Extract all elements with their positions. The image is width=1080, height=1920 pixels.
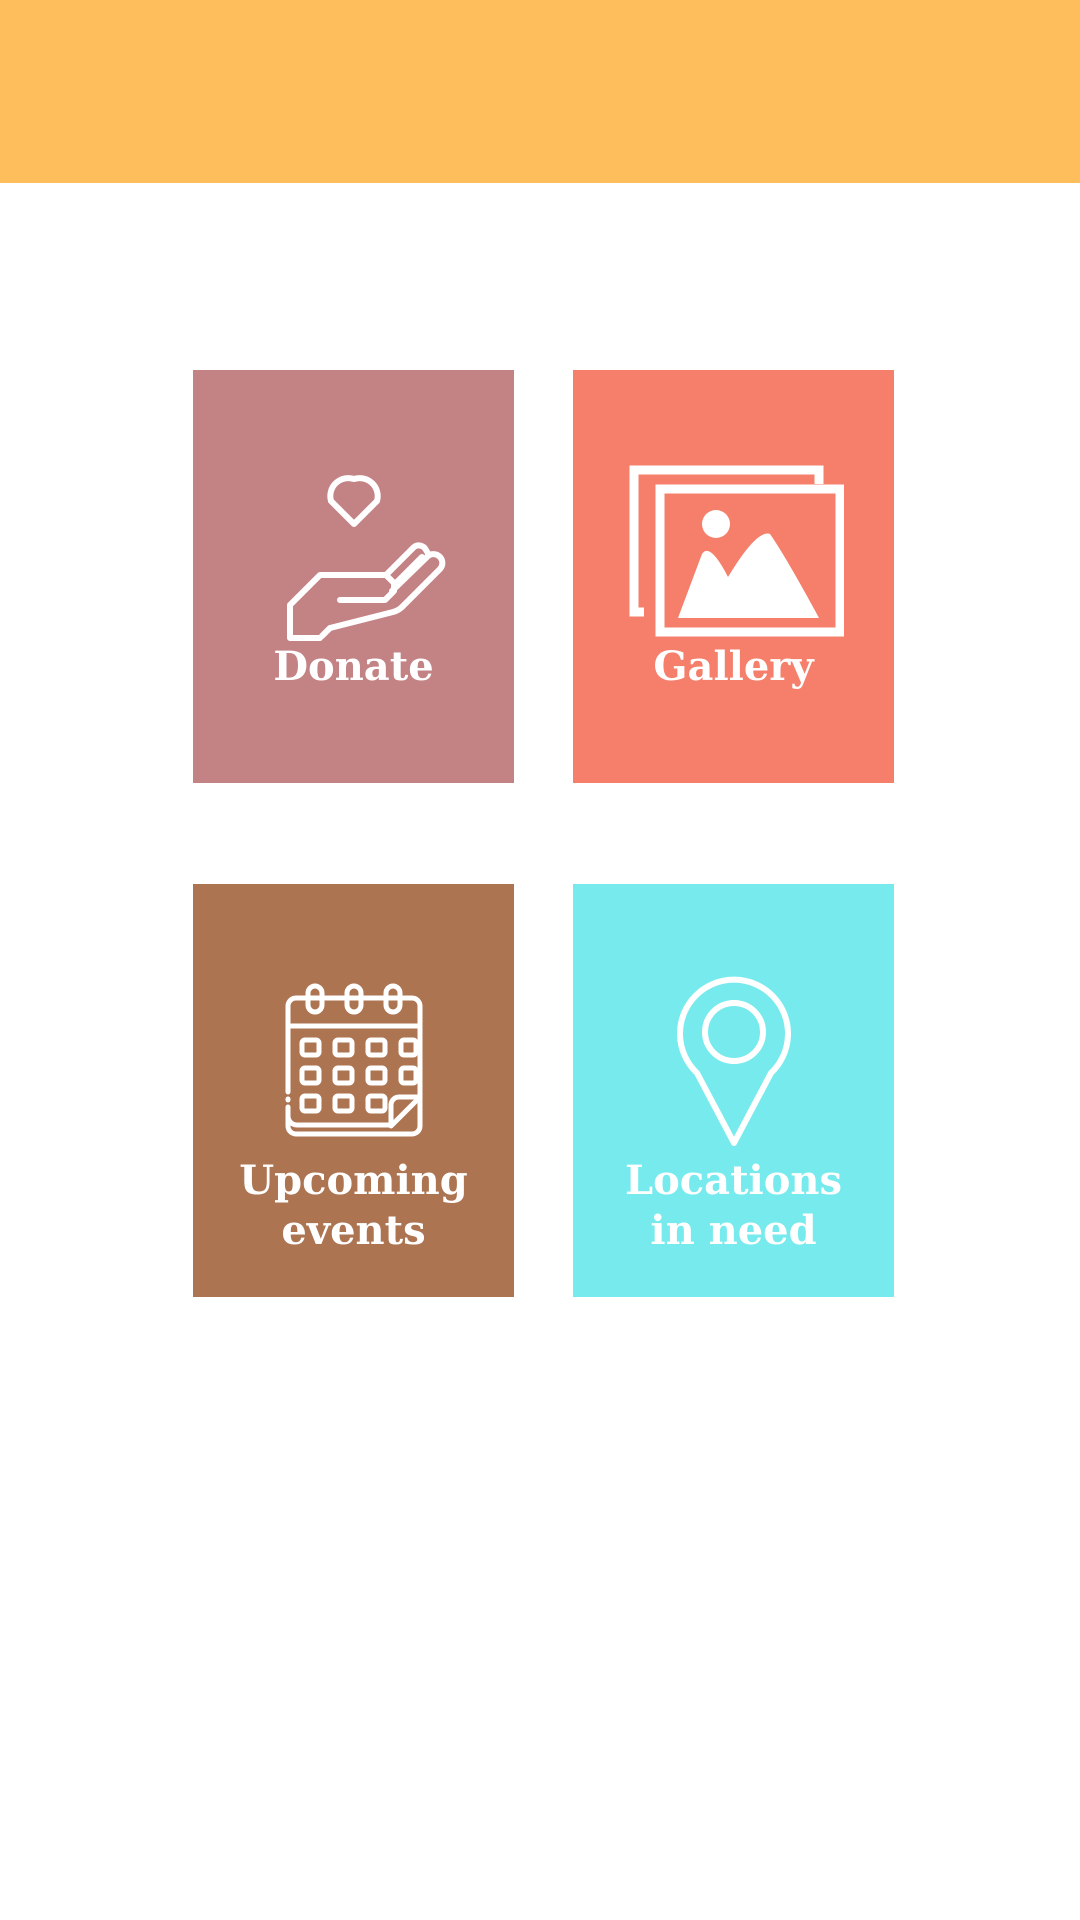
tile-label-line: events	[281, 1207, 426, 1254]
tile-label-line: Upcoming	[239, 1157, 468, 1204]
location-pin-icon	[624, 976, 844, 1156]
tile-label-line: Donate	[273, 643, 434, 690]
upcoming-events-tile[interactable]: Upcoming events	[193, 884, 514, 1297]
tile-label-line: in need	[650, 1207, 817, 1254]
locations-in-need-label: Locations in need	[604, 1156, 864, 1256]
gallery-label: Gallery	[604, 642, 864, 692]
donate-label: Donate	[224, 642, 484, 692]
locations-in-need-tile[interactable]: Locations in need	[573, 884, 894, 1297]
upcoming-events-label: Upcoming events	[224, 1156, 484, 1256]
hand-heart-icon	[244, 462, 464, 642]
gallery-tile[interactable]: Gallery	[573, 370, 894, 783]
tile-label-line: Gallery	[653, 643, 814, 690]
tile-label-line: Locations	[624, 1157, 843, 1204]
header-bar	[0, 0, 1080, 183]
gallery-icon	[624, 462, 844, 642]
donate-tile[interactable]: Donate	[193, 370, 514, 783]
calendar-icon	[244, 976, 464, 1156]
